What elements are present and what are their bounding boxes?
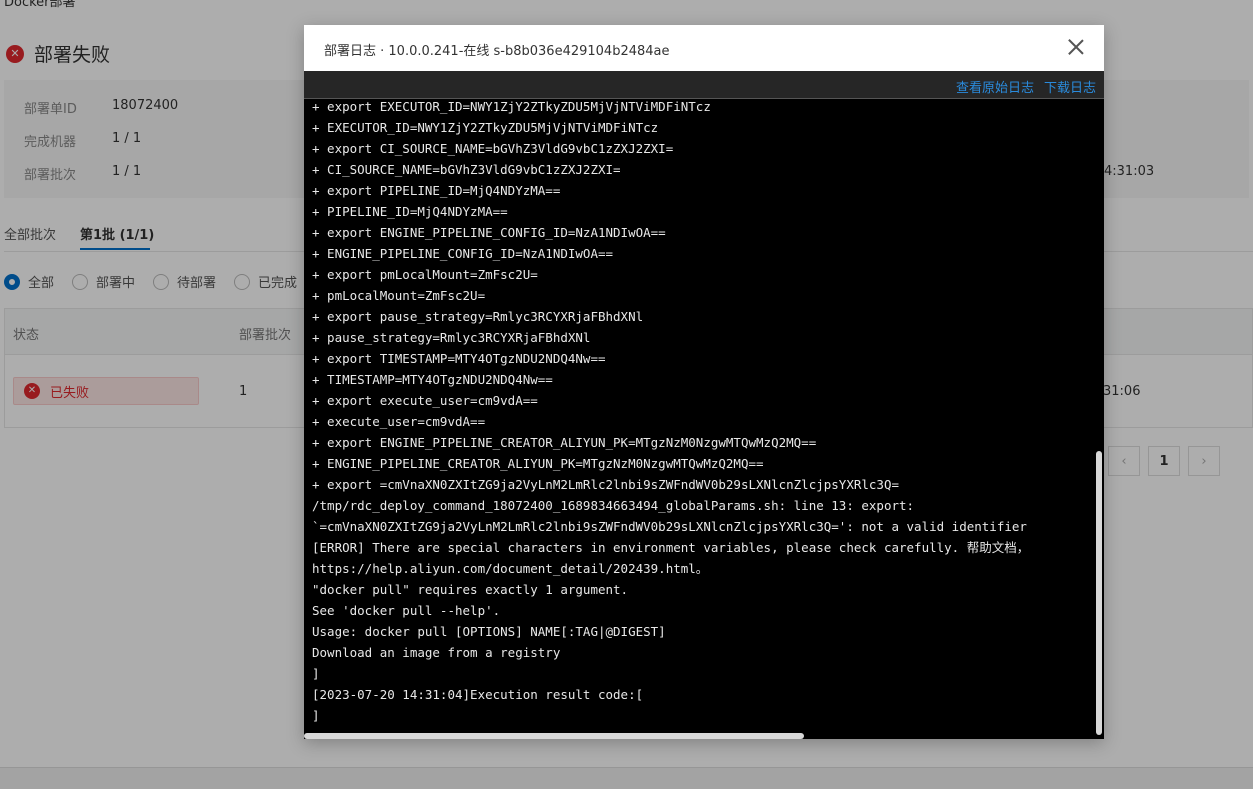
log-line: + export PIPELINE_ID=MjQ4NDYzMA== xyxy=(312,183,561,198)
view-raw-log-link[interactable]: 查看原始日志 xyxy=(956,77,1034,96)
log-line: + export pmLocalMount=ZmFsc2U= xyxy=(312,267,538,282)
log-line: See 'docker pull --help'. xyxy=(312,603,501,618)
dialog-title: 部署日志 · 10.0.0.241-在线 s-b8b036e429104b248… xyxy=(324,44,670,59)
vertical-scrollbar[interactable] xyxy=(1096,451,1102,735)
log-line: + export EXECUTOR_ID=NWY1ZjY2ZTkyZDU5MjV… xyxy=(312,99,711,114)
log-line: https://help.aliyun.com/document_detail/… xyxy=(312,561,709,576)
log-line: Download an image from a registry xyxy=(312,645,561,660)
log-line: + PIPELINE_ID=MjQ4NDYzMA== xyxy=(312,204,508,219)
log-line: + execute_user=cm9vdA== xyxy=(312,414,486,429)
log-toolbar: 查看原始日志 下载日志 xyxy=(304,71,1104,99)
log-line: + pause_strategy=Rmlyc3RCYXRjaFBhdXNl xyxy=(312,330,591,345)
horizontal-scrollbar[interactable] xyxy=(304,733,804,739)
log-line: + export ENGINE_PIPELINE_CONFIG_ID=NzA1N… xyxy=(312,225,666,240)
toolbar-links: 查看原始日志 下载日志 xyxy=(946,77,1096,96)
close-icon[interactable] xyxy=(1066,37,1086,57)
log-line: + CI_SOURCE_NAME=bGVhZ3VldG9vbC1zZXJ2ZXI… xyxy=(312,162,621,177)
log-line: + export =cmVnaXN0ZXItZG9ja2VyLnM2LmRlc2… xyxy=(312,477,899,492)
deploy-log-dialog: 部署日志 · 10.0.0.241-在线 s-b8b036e429104b248… xyxy=(304,25,1104,739)
log-line: "docker pull" requires exactly 1 argumen… xyxy=(312,582,629,597)
log-line: [ERROR] There are special characters in … xyxy=(312,540,1030,555)
log-line: ] xyxy=(312,708,320,723)
log-lines: + export EXECUTOR_ID=NWY1ZjY2ZTkyZDU5MjV… xyxy=(312,99,1029,726)
log-line: + EXECUTOR_ID=NWY1ZjY2ZTkyZDU5MjVjNTViMD… xyxy=(312,120,659,135)
download-log-link[interactable]: 下载日志 xyxy=(1044,77,1096,96)
log-line: `=cmVnaXN0ZXItZG9ja2VyLnM2LmRlc2lnbi9sZW… xyxy=(312,519,1027,534)
log-line: + export CI_SOURCE_NAME=bGVhZ3VldG9vbC1z… xyxy=(312,141,674,156)
log-line: + export pause_strategy=Rmlyc3RCYXRjaFBh… xyxy=(312,309,644,324)
dialog-header: 部署日志 · 10.0.0.241-在线 s-b8b036e429104b248… xyxy=(304,25,1104,71)
log-output[interactable]: + export EXECUTOR_ID=NWY1ZjY2ZTkyZDU5MjV… xyxy=(304,99,1104,739)
log-line: + pmLocalMount=ZmFsc2U= xyxy=(312,288,486,303)
log-line: + export execute_user=cm9vdA== xyxy=(312,393,538,408)
log-line: /tmp/rdc_deploy_command_18072400_1689834… xyxy=(312,498,915,513)
log-line: Usage: docker pull [OPTIONS] NAME[:TAG|@… xyxy=(312,624,666,639)
log-line: + export ENGINE_PIPELINE_CREATOR_ALIYUN_… xyxy=(312,435,817,450)
log-line: + ENGINE_PIPELINE_CONFIG_ID=NzA1NDIwOA== xyxy=(312,246,614,261)
log-line: + ENGINE_PIPELINE_CREATOR_ALIYUN_PK=MTgz… xyxy=(312,456,764,471)
log-line: [2023-07-20 14:31:04]Execution result co… xyxy=(312,687,644,702)
log-line: ] xyxy=(312,666,320,681)
log-line: + TIMESTAMP=MTY4OTgzNDU2NDQ4Nw== xyxy=(312,372,553,387)
log-line: + export TIMESTAMP=MTY4OTgzNDU2NDQ4Nw== xyxy=(312,351,606,366)
